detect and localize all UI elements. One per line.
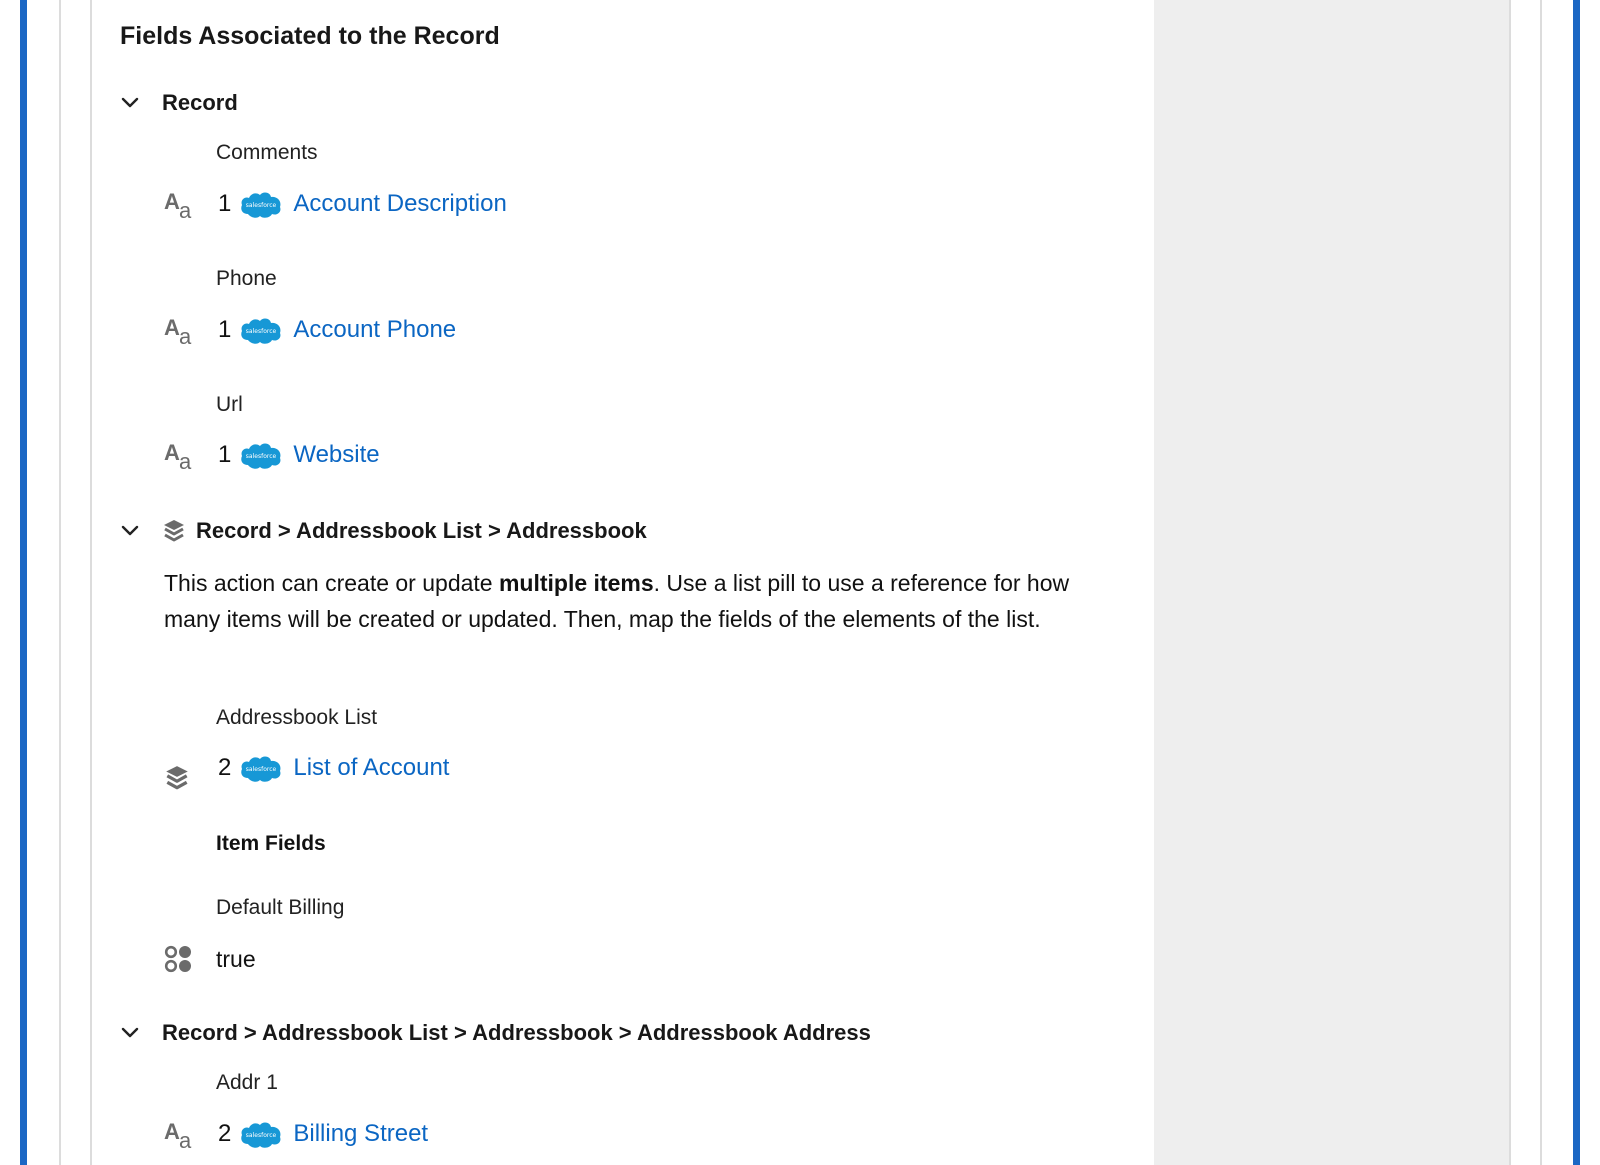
section-header-record[interactable]: Record [120, 90, 238, 116]
text-type-icon: Aa [164, 189, 192, 223]
item-fields-heading: Item Fields [216, 832, 326, 855]
field-value-row: Aa 2 Billing Street [164, 1117, 428, 1153]
pill-index: 1 [218, 190, 232, 217]
chevron-down-icon[interactable] [120, 1023, 140, 1043]
layers-icon [164, 761, 196, 795]
text-type-icon: Aa [164, 440, 192, 474]
divider-line [90, 0, 92, 1165]
salesforce-icon [239, 439, 283, 471]
layers-icon [162, 518, 186, 544]
frame-border-right [1573, 0, 1580, 1165]
pill-index: 1 [218, 316, 232, 343]
field-label: Addressbook List [216, 706, 378, 729]
field-value-link[interactable]: Website [293, 441, 379, 469]
field-label: Phone [216, 267, 277, 290]
salesforce-icon [239, 752, 283, 784]
chevron-down-icon[interactable] [120, 521, 140, 541]
divider-line [1540, 0, 1542, 1165]
divider-line [59, 0, 61, 1165]
field-value-link[interactable]: List of Account [293, 754, 449, 782]
section-title: Record > Addressbook List > Addressbook [196, 518, 647, 543]
text-type-icon: Aa [164, 1119, 192, 1153]
field-label: Comments [216, 141, 318, 164]
field-value-row: Aa 1 Account Phone [164, 313, 456, 349]
section-title: Record > Addressbook List > Addressbook … [162, 1020, 871, 1045]
field-label: Url [216, 393, 243, 416]
side-panel [1154, 0, 1511, 1165]
pill-index: 1 [218, 441, 232, 468]
pill-index: 2 [218, 754, 232, 781]
frame-border-left [20, 0, 27, 1165]
field-label: Addr 1 [216, 1071, 278, 1094]
field-value-row: true [164, 942, 256, 976]
text-type-icon: Aa [164, 315, 192, 349]
salesforce-icon [239, 1118, 283, 1150]
panel-title: Fields Associated to the Record [120, 22, 500, 50]
field-label: Default Billing [216, 896, 345, 919]
field-value-row: Aa 1 Account Description [164, 187, 507, 223]
field-value-row: Aa 1 Website [164, 438, 380, 474]
section-description: This action can create or update multipl… [164, 570, 1070, 632]
field-value-link[interactable]: Account Description [293, 190, 506, 218]
salesforce-icon [239, 188, 283, 220]
field-value-link[interactable]: Account Phone [293, 316, 456, 344]
section-header-addressbook[interactable]: Record > Addressbook List > Addressbook [120, 518, 647, 544]
section-title: Record [162, 90, 238, 115]
boolean-icon [164, 942, 196, 976]
field-value-link[interactable]: Billing Street [293, 1120, 428, 1148]
salesforce-icon [239, 314, 283, 346]
field-value-row: 2 List of Account [164, 751, 449, 785]
field-value: true [216, 945, 256, 972]
pill-index: 2 [218, 1120, 232, 1147]
section-header-addressbook-address[interactable]: Record > Addressbook List > Addressbook … [120, 1020, 871, 1046]
chevron-down-icon[interactable] [120, 93, 140, 113]
